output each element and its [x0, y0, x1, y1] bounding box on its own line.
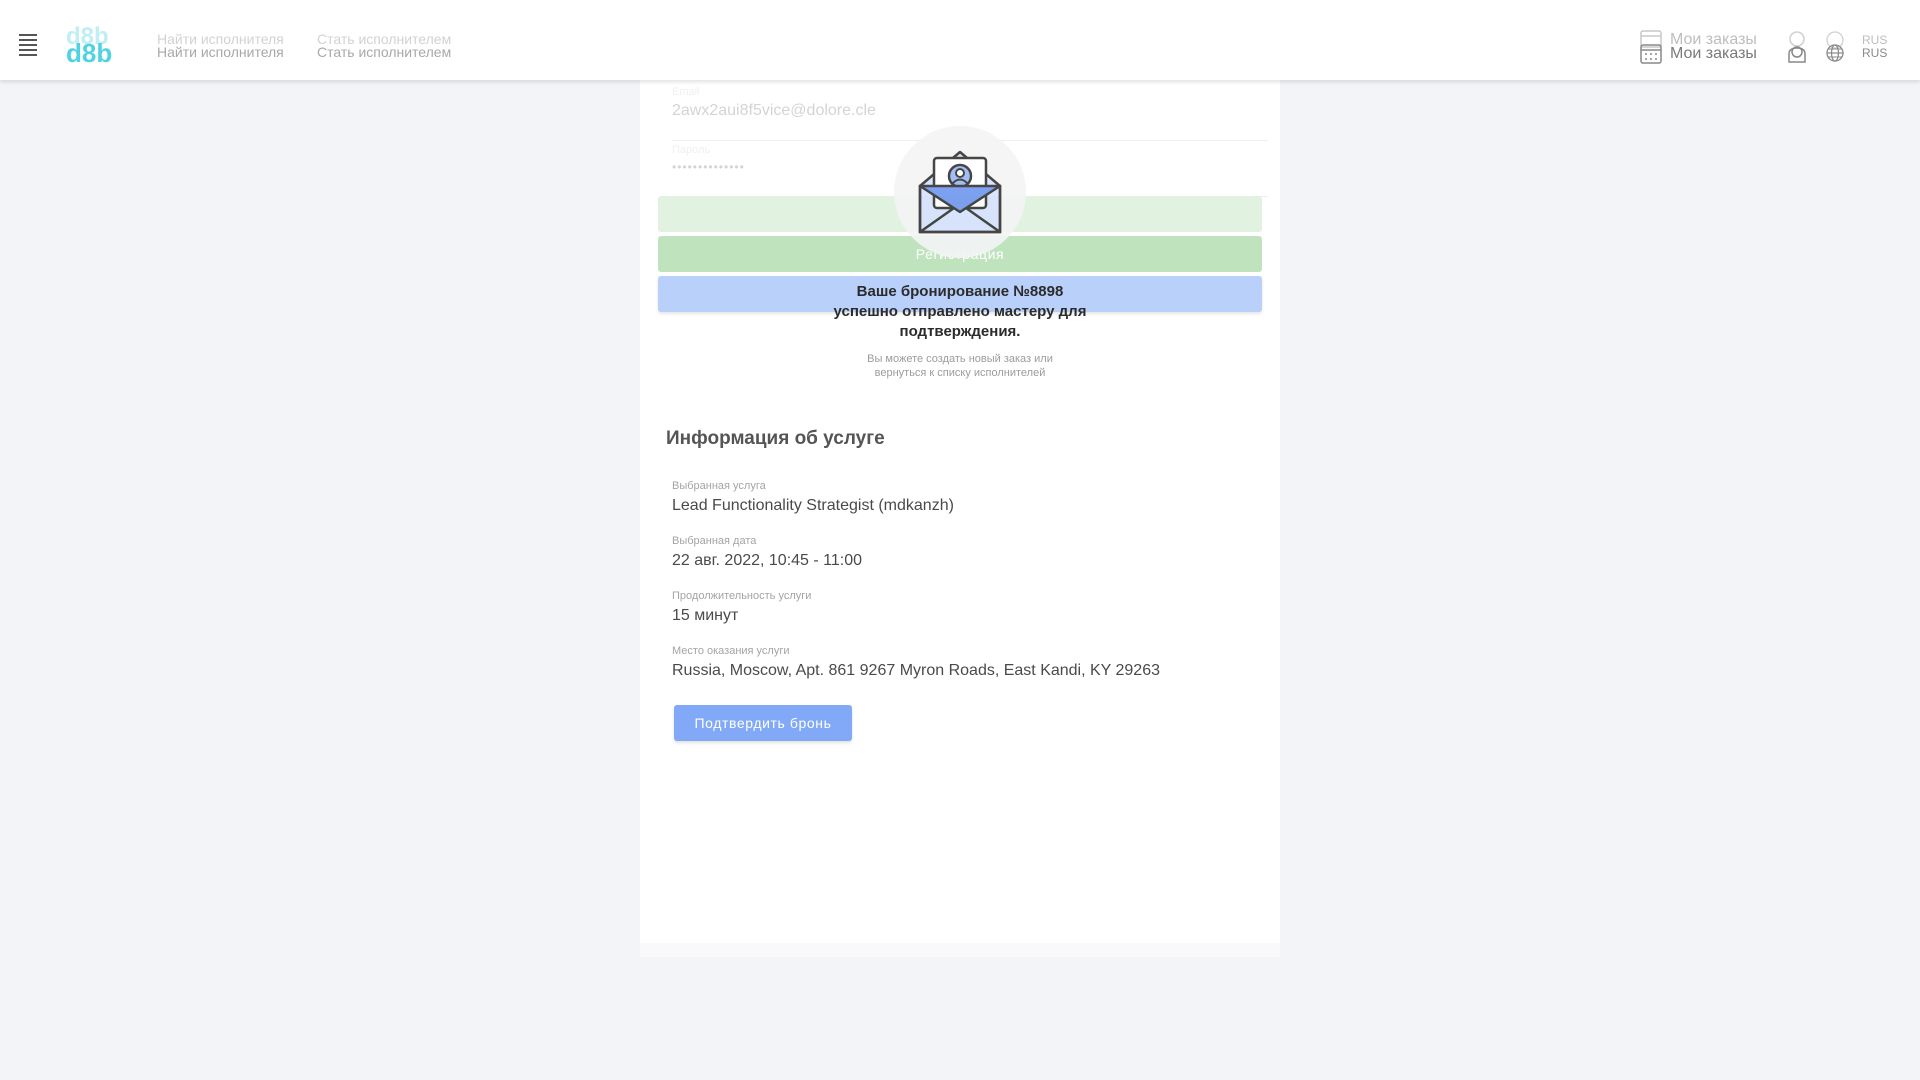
info-location: Место оказания услуги Russia, Moscow, Ap…: [672, 645, 1160, 680]
info-date: Выбранная дата 22 авг. 2022, 10:45 - 11:…: [672, 535, 862, 570]
language-selector[interactable]: RUS RUS: [1862, 34, 1887, 60]
email-field-label: Email: [672, 86, 700, 98]
globe-icon[interactable]: [1825, 31, 1845, 63]
success-subtext-line2: вернуться к списку исполнителей: [874, 367, 1046, 379]
envelope-badge: [894, 126, 1026, 258]
service-info-title: Информация об услуге: [666, 428, 885, 449]
info-location-label: Место оказания услуги: [672, 645, 790, 657]
nav-find-performer[interactable]: Найти исполнителя Найти исполнителя: [157, 32, 284, 60]
user-chat-icon[interactable]: [1786, 30, 1808, 64]
success-subtext: Вы можете создать новый заказ или вернут…: [840, 352, 1080, 380]
info-date-value: 22 авг. 2022, 10:45 - 11:00: [672, 552, 863, 569]
top-header: d8b d8b Найти исполнителя Найти исполнит…: [0, 0, 1920, 80]
nav-find-performer-label: Найти исполнителя: [157, 44, 284, 60]
info-date-label: Выбранная дата: [672, 535, 757, 547]
info-duration-label: Продолжительность услуги: [672, 590, 812, 602]
envelope-user-icon: [918, 150, 1002, 234]
language-label: RUS: [1862, 46, 1888, 60]
logo-text: d8b: [66, 38, 112, 66]
success-message-line1: Ваше бронирование №8898: [856, 283, 1064, 300]
info-service: Выбранная услуга Lead Functionality Stra…: [672, 480, 954, 515]
email-field-value: 2awx2aui8f5vice@dolore.cle: [672, 102, 876, 119]
info-duration: Продолжительность услуги 15 минут: [672, 590, 811, 625]
info-location-value: Russia, Moscow, Apt. 861 9267 Myron Road…: [672, 662, 1160, 679]
my-orders-link[interactable]: Мои заказы Мои заказы: [1640, 30, 1757, 64]
booking-card: Email 2awx2aui8f5vice@dolore.cle Пароль …: [640, 80, 1280, 957]
success-message-line3: подтверждения.: [899, 323, 1021, 340]
nav-become-performer[interactable]: Стать исполнителем Стать исполнителем: [317, 32, 452, 60]
logo[interactable]: d8b d8b: [66, 24, 126, 66]
info-service-label: Выбранная услуга: [672, 480, 766, 492]
info-duration-value: 15 минут: [672, 607, 739, 624]
info-service-value: Lead Functionality Strategist (mdkanzh): [672, 497, 954, 514]
card-footer-strip: [640, 943, 1280, 957]
my-orders-label: Мои заказы: [1670, 45, 1757, 62]
success-subtext-line1: Вы можете создать новый заказ или: [867, 353, 1053, 365]
calendar-icon: [1640, 30, 1662, 64]
success-message: Ваше бронирование №8898 успешно отправле…: [760, 282, 1160, 342]
success-message-line2: успешно отправлено мастеру для: [833, 303, 1087, 320]
confirm-booking-button[interactable]: Подтвердить бронь: [674, 705, 852, 741]
nav-become-performer-label: Стать исполнителем: [317, 44, 452, 60]
menu-icon[interactable]: [19, 34, 37, 58]
